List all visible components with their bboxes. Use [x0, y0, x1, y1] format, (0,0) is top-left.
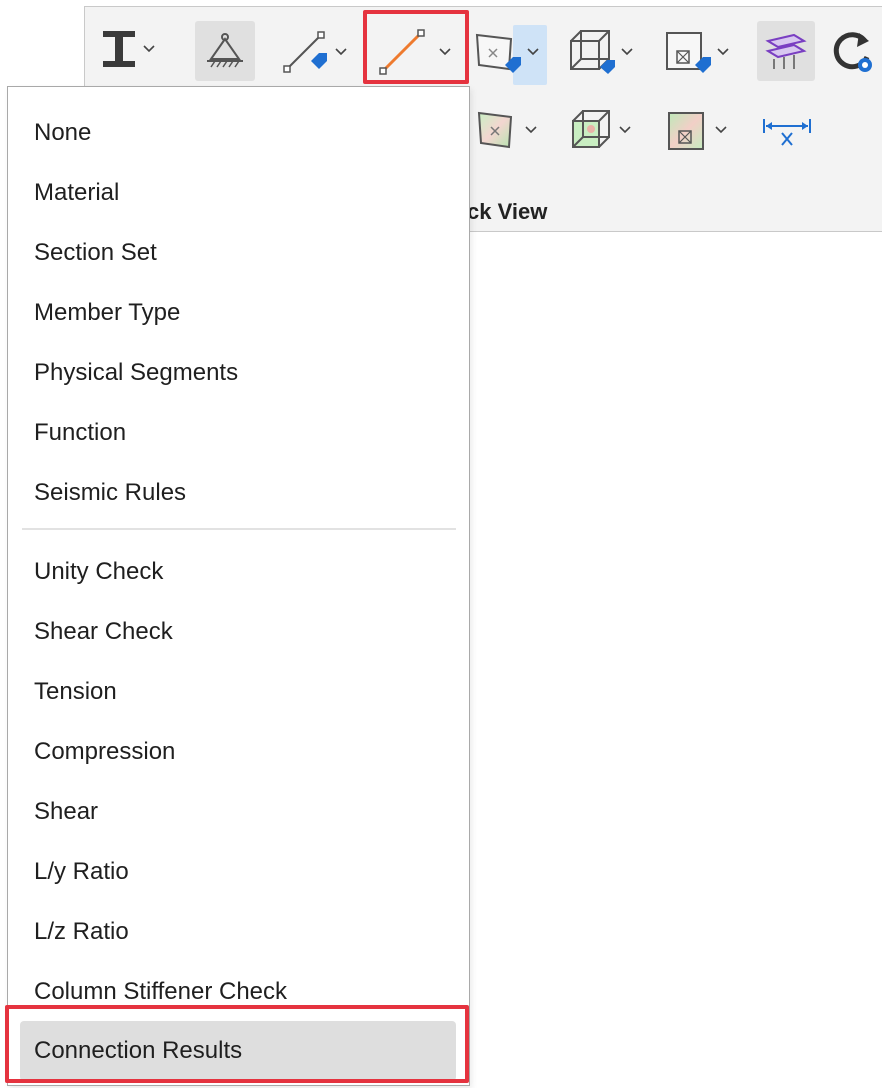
member-color-dropdown-menu: None Material Section Set Member Type Ph… — [7, 86, 470, 1086]
refresh-view-button[interactable] — [829, 27, 875, 77]
menu-item-shear[interactable]: Shear — [8, 782, 469, 842]
menu-item-tension[interactable]: Tension — [8, 662, 469, 722]
menu-item-compression[interactable]: Compression — [8, 722, 469, 782]
panel-tag-icon — [666, 32, 711, 73]
menu-item-seismic-rules[interactable]: Seismic Rules — [8, 463, 469, 523]
chevron-down-icon — [525, 126, 537, 134]
solid-contour-icon — [572, 110, 610, 148]
menu-item-none[interactable]: None — [8, 103, 469, 163]
chevron-down-icon — [619, 126, 631, 134]
chevron-down-icon — [335, 48, 347, 56]
menu-item-physical-segments[interactable]: Physical Segments — [8, 343, 469, 403]
menu-item-shear-check[interactable]: Shear Check — [8, 602, 469, 662]
menu-item-section-set[interactable]: Section Set — [8, 223, 469, 283]
solid-labels-button[interactable] — [567, 27, 633, 77]
plate-contour-button[interactable] — [475, 107, 537, 153]
menu-item-unity-check[interactable]: Unity Check — [8, 542, 469, 602]
menu-item-ly-ratio[interactable]: L/y Ratio — [8, 842, 469, 902]
menu-item-function[interactable]: Function — [8, 403, 469, 463]
connection-results-highlight — [5, 1005, 469, 1083]
member-color-highlight — [363, 10, 469, 84]
panel-contour-button[interactable] — [665, 107, 727, 153]
ribbon-group-label: ck View — [467, 199, 548, 224]
member-tag-icon — [283, 31, 327, 73]
chevron-down-icon — [717, 48, 729, 56]
refresh-view-icon — [833, 32, 872, 72]
chevron-down-icon — [621, 48, 633, 56]
panel-labels-button[interactable] — [663, 27, 729, 77]
floor-layers-button[interactable] — [757, 21, 815, 81]
chevron-down-icon — [527, 48, 539, 56]
dimension-x-icon — [763, 119, 811, 146]
solid-contour-button[interactable] — [569, 107, 631, 153]
chevron-down-icon — [143, 45, 155, 53]
plate-labels-button[interactable] — [473, 27, 539, 77]
i-beam-section-icon — [103, 31, 135, 67]
floor-layers-icon — [765, 33, 807, 69]
panel-contour-icon — [668, 112, 704, 150]
chevron-down-icon — [715, 126, 727, 134]
section-display-button[interactable] — [99, 27, 155, 71]
member-labels-button[interactable] — [281, 27, 347, 77]
plate-contour-icon — [477, 111, 513, 149]
menu-item-member-type[interactable]: Member Type — [8, 283, 469, 343]
solid-tag-icon — [570, 30, 615, 74]
support-icon — [207, 33, 243, 68]
menu-separator — [22, 528, 456, 530]
menu-item-material[interactable]: Material — [8, 163, 469, 223]
dimension-button[interactable] — [761, 115, 813, 149]
menu-item-lz-ratio[interactable]: L/z Ratio — [8, 902, 469, 962]
supports-button[interactable] — [195, 21, 255, 81]
plate-tag-icon — [475, 33, 521, 73]
